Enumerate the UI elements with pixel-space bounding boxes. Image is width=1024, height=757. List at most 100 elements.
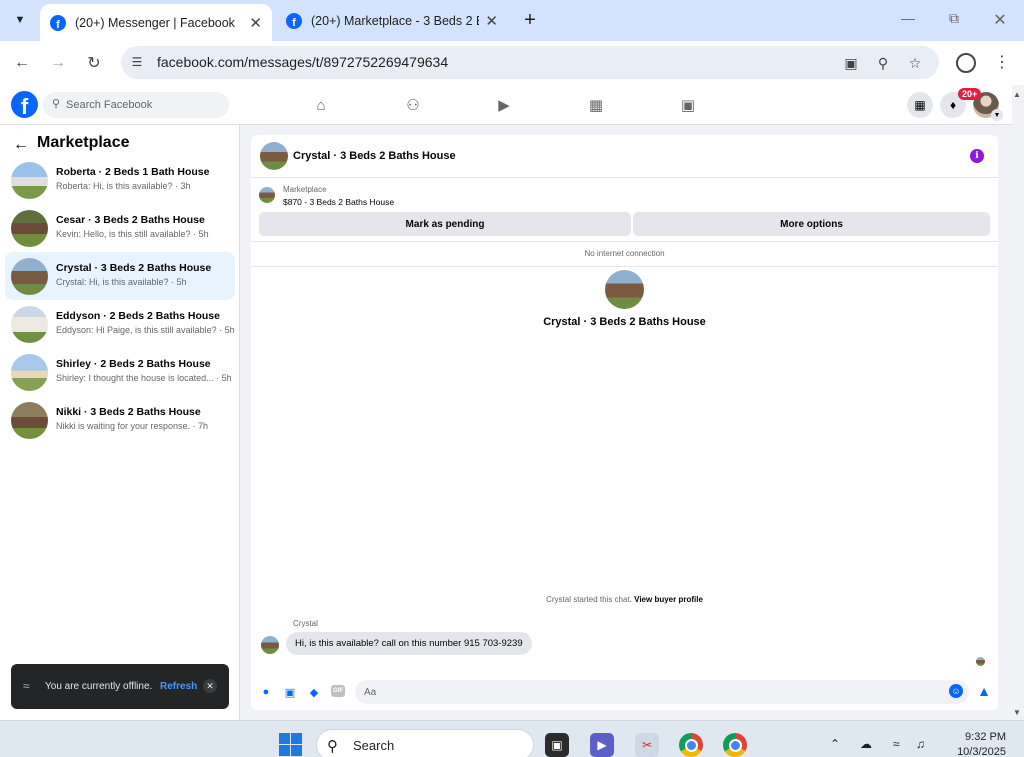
listing-hero-image: [605, 270, 644, 309]
url-text[interactable]: facebook.com/messages/t/8972752269479634: [157, 54, 448, 70]
microphone-icon[interactable]: ●: [258, 684, 274, 700]
facebook-logo-icon[interactable]: f: [11, 91, 38, 118]
volume-icon[interactable]: ♫: [916, 737, 925, 751]
wifi-icon[interactable]: ≈: [893, 737, 900, 751]
facebook-favicon-icon: f: [50, 14, 66, 31]
tab-search-chevron-icon[interactable]: ▼: [6, 8, 34, 32]
search-icon: ⚲: [327, 738, 338, 755]
onedrive-offline-icon[interactable]: ☁: [860, 737, 872, 751]
tab-title: (20+) Messenger | Facebook: [75, 15, 235, 30]
message-sender: Crystal: [293, 619, 318, 628]
video-icon[interactable]: ▶: [493, 95, 515, 115]
windows-taskbar: ⚲ Search ▣ ▶ ✂ ⌃ ☁ ≈ ♫ 9:32 PM 10/3/2025: [0, 720, 1024, 757]
chrome-profile-b-icon[interactable]: [723, 733, 747, 757]
conversation-item-cesar[interactable]: Cesar · 3 Beds 2 Baths House Kevin: Hell…: [5, 204, 235, 252]
sender-avatar[interactable]: [261, 636, 279, 654]
scroll-down-arrow-icon[interactable]: ▼: [1013, 708, 1021, 717]
home-icon[interactable]: ⌂: [310, 95, 332, 115]
facebook-header: f ⚲ ⌂ ⚇ ▶ ▦ ▣ ▦ ♦ 20+ ▼: [0, 85, 1012, 125]
listing-price[interactable]: $870 - 3 Beds 2 Baths House: [283, 197, 394, 207]
conversation-name: Shirley · 2 Beds 2 Baths House: [56, 358, 211, 370]
bookmark-star-icon[interactable]: ☆: [906, 54, 924, 72]
install-app-icon[interactable]: ▣: [842, 54, 860, 72]
new-tab-button[interactable]: +: [518, 9, 542, 31]
listing-thumbnail: [11, 258, 48, 295]
friends-icon[interactable]: ⚇: [402, 95, 424, 115]
toast-message: You are currently offline.: [45, 681, 153, 692]
address-bar[interactable]: ☰ facebook.com/messages/t/89727522694796…: [121, 46, 939, 79]
close-window-icon[interactable]: ✕: [990, 10, 1010, 30]
chat-listing-avatar[interactable]: [260, 142, 288, 170]
message-composer: ● ▣ ◆ GIF ☺ ▲: [251, 675, 998, 710]
conversation-preview: Crystal: Hi, is this available? · 5h: [56, 277, 187, 287]
listing-label: Marketplace: [283, 185, 327, 194]
restore-icon[interactable]: ⧉: [944, 10, 964, 27]
reload-icon[interactable]: ↻: [83, 52, 105, 74]
chat-intro-title: Crystal · 3 Beds 2 Baths House: [543, 316, 706, 328]
back-icon[interactable]: ←: [11, 52, 33, 74]
mark-as-pending-button[interactable]: Mark as pending: [259, 212, 631, 236]
conversation-name: Eddyson · 2 Beds 2 Baths House: [56, 310, 220, 322]
listing-thumbnail: [11, 210, 48, 247]
scroll-up-arrow-icon[interactable]: ▲: [1013, 90, 1021, 99]
zoom-icon[interactable]: ⚲: [874, 54, 892, 72]
close-tab-icon[interactable]: ✕: [249, 14, 262, 32]
tab-marketplace[interactable]: f (20+) Marketplace - 3 Beds 2 Ba ✕: [276, 4, 508, 37]
conversation-name: Cesar · 3 Beds 2 Baths House: [56, 214, 205, 226]
snipping-tool-icon[interactable]: ✂: [635, 733, 659, 757]
listing-thumbnail: [11, 162, 48, 199]
more-options-button[interactable]: More options: [633, 212, 990, 236]
gif-icon[interactable]: GIF: [331, 685, 345, 697]
gaming-icon[interactable]: ▣: [677, 95, 699, 115]
conversation-item-crystal[interactable]: Crystal · 3 Beds 2 Baths House Crystal: …: [5, 252, 235, 300]
listing-thumbnail: [11, 306, 48, 343]
conversation-name: Roberta · 2 Beds 1 Bath House: [56, 166, 210, 178]
taskbar-clock[interactable]: 9:32 PM 10/3/2025: [944, 730, 1006, 757]
conversation-preview: Nikki is waiting for your response. · 7h: [56, 421, 209, 431]
tab-messenger[interactable]: f (20+) Messenger | Facebook ✕: [40, 4, 272, 41]
site-settings-icon[interactable]: ☰: [129, 54, 145, 70]
facebook-search[interactable]: ⚲: [43, 92, 229, 118]
sticker-icon[interactable]: ◆: [306, 684, 322, 700]
emoji-icon[interactable]: ☺: [949, 684, 963, 698]
back-arrow-icon[interactable]: ←: [13, 136, 29, 154]
close-icon[interactable]: ✕: [203, 679, 217, 693]
browser-menu-icon[interactable]: ⋮: [994, 52, 1010, 74]
conversation-item-roberta[interactable]: Roberta · 2 Beds 1 Bath House Roberta: H…: [5, 156, 235, 204]
marketplace-icon[interactable]: ▦: [585, 95, 607, 115]
offline-toast: ≈ You are currently offline. Refresh ✕: [11, 664, 229, 709]
wifi-off-icon: ≈: [23, 679, 30, 693]
conversation-item-shirley[interactable]: Shirley · 2 Beds 2 Baths House Shirley: …: [5, 348, 235, 396]
listing-thumbnail[interactable]: [259, 187, 275, 203]
message-input[interactable]: [355, 680, 969, 704]
show-hidden-icons-chevron-icon[interactable]: ⌃: [830, 737, 840, 751]
chat-started-text: Crystal started this chat.: [546, 595, 632, 604]
sidebar-title: Marketplace: [37, 134, 130, 151]
conversation-preview: Shirley: I thought the house is located.…: [56, 373, 232, 383]
profile-icon[interactable]: [956, 53, 976, 73]
view-buyer-profile-link[interactable]: View buyer profile: [634, 595, 703, 604]
minimize-icon[interactable]: —: [898, 10, 918, 26]
close-tab-icon[interactable]: ✕: [485, 12, 498, 30]
conversation-item-nikki[interactable]: Nikki · 3 Beds 2 Baths House Nikki is wa…: [5, 396, 235, 444]
teams-meet-icon[interactable]: ▶: [590, 733, 614, 757]
message-bubble[interactable]: Hi, is this available? call on this numb…: [286, 632, 532, 655]
refresh-link[interactable]: Refresh: [160, 681, 197, 692]
forward-icon[interactable]: →: [47, 52, 69, 74]
photo-icon[interactable]: ▣: [282, 684, 298, 700]
chrome-profile-a-icon[interactable]: [679, 733, 703, 757]
info-icon[interactable]: i: [970, 149, 984, 163]
chat-title[interactable]: Crystal · 3 Beds 2 Baths House: [293, 150, 456, 162]
conversation-item-eddyson[interactable]: Eddyson · 2 Beds 2 Baths House Eddyson: …: [5, 300, 235, 348]
thumbs-up-icon[interactable]: ▲: [975, 682, 993, 700]
facebook-search-input[interactable]: [66, 96, 221, 114]
notification-badge: 20+: [958, 88, 982, 100]
browser-tab-bar: ▼ f (20+) Messenger | Facebook ✕ f (20+)…: [0, 0, 1024, 41]
menu-grid-icon[interactable]: ▦: [907, 92, 933, 118]
taskbar-search[interactable]: ⚲ Search: [316, 729, 534, 757]
conversation-preview: Roberta: Hi, is this available? · 3h: [56, 181, 191, 191]
listing-summary: Marketplace $870 - 3 Beds 2 Baths House …: [251, 179, 998, 242]
chat-header: Crystal · 3 Beds 2 Baths House i: [251, 135, 998, 178]
task-view-icon[interactable]: ▣: [545, 733, 569, 757]
windows-start-icon[interactable]: [279, 733, 302, 756]
